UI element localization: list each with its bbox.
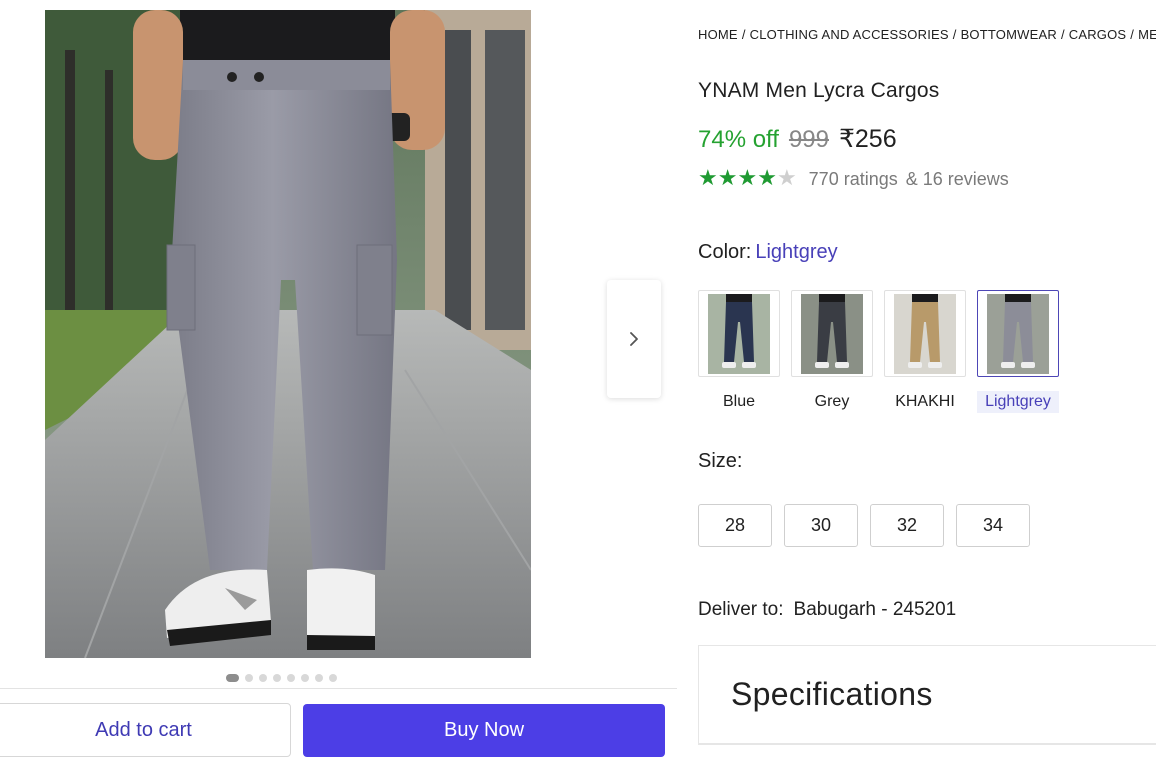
size-option[interactable]: 28 [698,504,772,547]
selected-color: Lightgrey [755,241,838,263]
breadcrumb-separator: / [741,27,746,42]
breadcrumb-item[interactable]: Home [698,27,738,42]
carousel-dot[interactable] [259,674,267,682]
breadcrumb-item[interactable]: Me [1138,27,1156,42]
color-selector-heading: Color: Lightgrey [698,241,838,264]
breadcrumb-item[interactable]: Cargos [1069,27,1127,42]
discount-percent: 74% off [698,126,779,153]
product-title: YNAM Men Lycra Cargos [698,79,940,102]
delivery-info[interactable]: Deliver to: Babugarh - 245201 [698,599,956,621]
star-filled-icon: ★ [698,166,718,191]
color-swatch[interactable]: KHAKHI [884,290,966,413]
product-photo [45,10,531,658]
swatch-thumbnail [977,290,1059,377]
color-swatches: Blue Grey KHAKHI Lightgrey [698,290,1059,413]
specifications-section[interactable]: Specifications [698,645,1156,745]
next-image-button[interactable] [607,280,661,398]
carousel-dot[interactable] [329,674,337,682]
reviews-count: & 16 reviews [905,168,1009,189]
star-filled-icon: ★ [757,166,777,191]
color-swatch[interactable]: Blue [698,290,780,413]
delivery-location: Babugarh - 245201 [793,599,957,620]
original-price: 999 [788,126,829,153]
swatch-label: Blue [722,393,756,410]
breadcrumb-separator: / [952,27,957,42]
swatch-label: Grey [814,393,850,410]
color-swatch[interactable]: Grey [791,290,873,413]
star-filled-icon: ★ [737,166,758,191]
ratings-count: 770 ratings [808,168,898,189]
rating-stars: ★ ★ ★ ★ ★ [698,168,797,190]
rating-row[interactable]: ★ ★ ★ ★ ★ 770 ratings & 16 reviews [698,168,1009,190]
action-bar: Add to cart Buy Now [0,688,677,761]
swatch-label: KHAKHI [895,393,955,410]
specifications-title: Specifications [731,676,933,712]
deliver-label: Deliver to: [698,599,784,620]
size-option[interactable]: 34 [956,504,1030,547]
buy-now-button[interactable]: Buy Now [303,704,665,757]
carousel-dot[interactable] [287,674,295,682]
size-label: Size: [698,450,743,472]
carousel-dots [226,674,337,682]
product-image[interactable] [45,10,531,658]
size-option[interactable]: 30 [784,504,858,547]
breadcrumb-separator: / [1060,27,1065,42]
chevron-right-icon [630,332,638,346]
carousel-dot[interactable] [226,674,239,682]
price-row: 74% off 999 ₹256 [698,124,897,154]
carousel-dot[interactable] [315,674,323,682]
carousel-dot[interactable] [245,674,253,682]
swatch-label: Lightgrey [977,391,1059,413]
star-filled-icon: ★ [717,166,738,191]
breadcrumb-item[interactable]: Clothing and Accessories [750,27,949,42]
swatch-thumbnail [791,290,873,377]
add-to-cart-button[interactable]: Add to cart [0,703,291,757]
star-empty-icon: ★ [776,166,797,191]
color-label: Color: [698,241,752,263]
divider [699,743,1156,744]
carousel-dot[interactable] [301,674,309,682]
breadcrumb: Home / Clothing and Accessories / Bottomwear… [698,27,1156,42]
swatch-thumbnail [884,290,966,377]
size-options: 28 30 32 34 [698,504,1030,547]
breadcrumb-item[interactable]: Bottomwear [961,27,1057,42]
swatch-thumbnail [698,290,780,377]
selling-price: ₹256 [839,125,897,153]
color-swatch[interactable]: Lightgrey [977,290,1059,413]
size-option[interactable]: 32 [870,504,944,547]
carousel-dot[interactable] [273,674,281,682]
breadcrumb-separator: / [1130,27,1135,42]
